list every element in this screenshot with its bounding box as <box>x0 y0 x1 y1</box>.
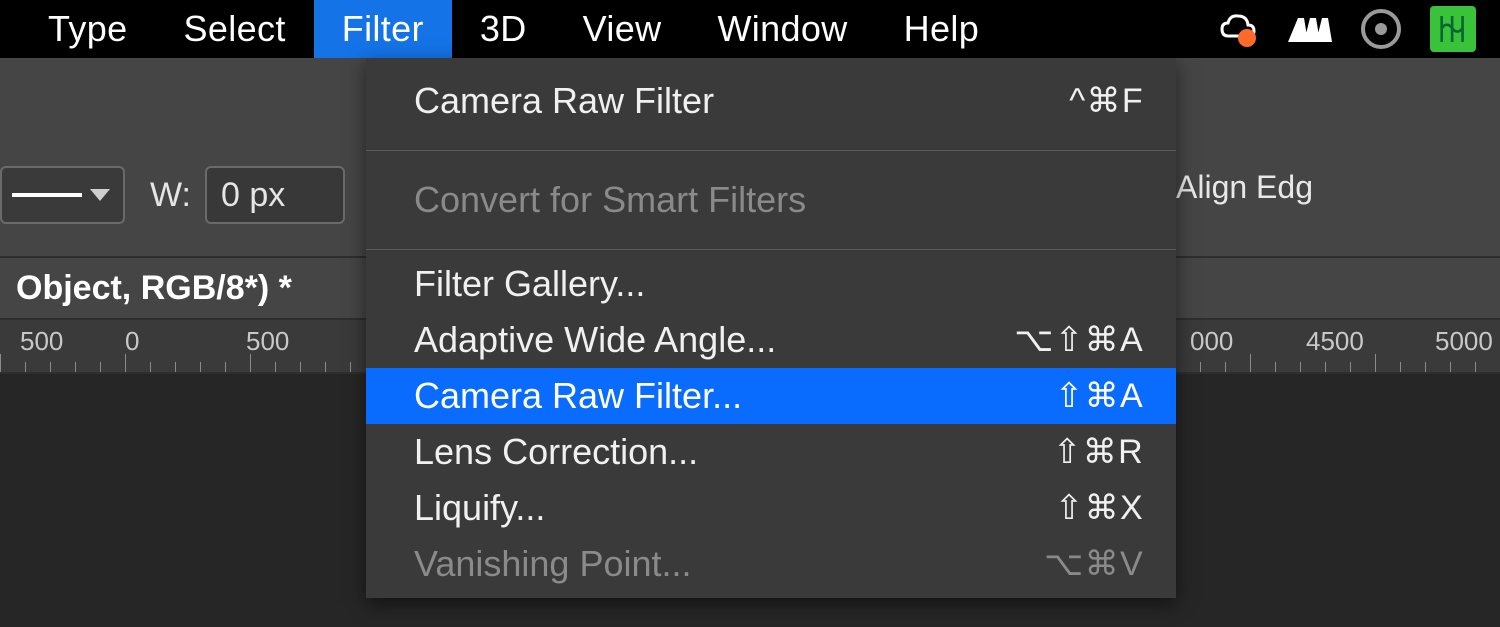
width-input[interactable]: 0 px <box>205 166 345 224</box>
menu-view[interactable]: View <box>555 0 690 58</box>
stroke-style-dropdown[interactable] <box>0 166 125 224</box>
menu-item-shortcut: ⇧⌘X <box>1055 488 1144 528</box>
menu-item-label: Adaptive Wide Angle... <box>414 319 776 361</box>
menu-item-label: Liquify... <box>414 487 545 529</box>
ruler-label: 500 <box>246 326 289 357</box>
menubar: Type Select Filter 3D View Window Help <box>0 0 1500 58</box>
menu-item-shortcut: ⌥⇧⌘A <box>1014 320 1144 360</box>
width-label: W: <box>150 176 191 215</box>
menubar-tray <box>1214 0 1500 58</box>
menu-item-label: Camera Raw Filter <box>414 80 714 122</box>
cloud-sync-icon[interactable] <box>1214 6 1260 52</box>
menu-item-liquify[interactable]: Liquify... ⇧⌘X <box>366 480 1176 536</box>
menu-item-label: Convert for Smart Filters <box>414 179 806 221</box>
menu-item-shortcut: ⌥⌘V <box>1044 544 1144 584</box>
menu-item-label: Vanishing Point... <box>414 543 692 585</box>
menu-item-shortcut: ^⌘F <box>1069 81 1144 121</box>
menu-select[interactable]: Select <box>156 0 314 58</box>
menu-help[interactable]: Help <box>876 0 1007 58</box>
chevron-down-icon <box>90 189 110 201</box>
ruler-label: 500 <box>20 326 63 357</box>
menu-item-convert-for-smart-filters: Convert for Smart Filters <box>366 157 1176 243</box>
target-icon[interactable] <box>1358 6 1404 52</box>
menu-item-shortcut: ⇧⌘A <box>1055 376 1144 416</box>
menu-item-lens-correction[interactable]: Lens Correction... ⇧⌘R <box>366 424 1176 480</box>
menu-3d[interactable]: 3D <box>452 0 555 58</box>
plugin-icon[interactable] <box>1430 6 1476 52</box>
menu-type[interactable]: Type <box>20 0 156 58</box>
menu-separator <box>366 150 1176 151</box>
ruler-label: 4500 <box>1306 326 1364 357</box>
menu-item-label: Lens Correction... <box>414 431 698 473</box>
panels-icon[interactable] <box>1286 6 1332 52</box>
document-tab[interactable]: Object, RGB/8*) * <box>2 263 306 314</box>
menu-filter[interactable]: Filter <box>314 0 452 58</box>
menu-item-camera-raw-filter[interactable]: Camera Raw Filter... ⇧⌘A <box>366 368 1176 424</box>
filter-menu-dropdown: Camera Raw Filter ^⌘F Convert for Smart Fi… <box>366 58 1176 598</box>
menu-separator <box>366 249 1176 250</box>
ruler-label: 5000 <box>1435 326 1493 357</box>
menu-item-adaptive-wide-angle[interactable]: Adaptive Wide Angle... ⌥⇧⌘A <box>366 312 1176 368</box>
menu-item-label: Camera Raw Filter... <box>414 375 742 417</box>
menu-item-camera-raw-filter[interactable]: Camera Raw Filter ^⌘F <box>366 58 1176 144</box>
menubar-spacer <box>1007 0 1214 58</box>
menu-item-filter-gallery[interactable]: Filter Gallery... <box>366 256 1176 312</box>
menu-item-vanishing-point: Vanishing Point... ⌥⌘V <box>366 536 1176 592</box>
menu-window[interactable]: Window <box>689 0 875 58</box>
align-edges-label: Align Edg <box>1176 169 1313 206</box>
ruler-label: 0 <box>125 326 139 357</box>
menu-item-label: Filter Gallery... <box>414 263 645 305</box>
stroke-preview-line <box>12 193 82 197</box>
ruler-label: 000 <box>1190 326 1233 357</box>
menu-item-shortcut: ⇧⌘R <box>1053 432 1144 472</box>
